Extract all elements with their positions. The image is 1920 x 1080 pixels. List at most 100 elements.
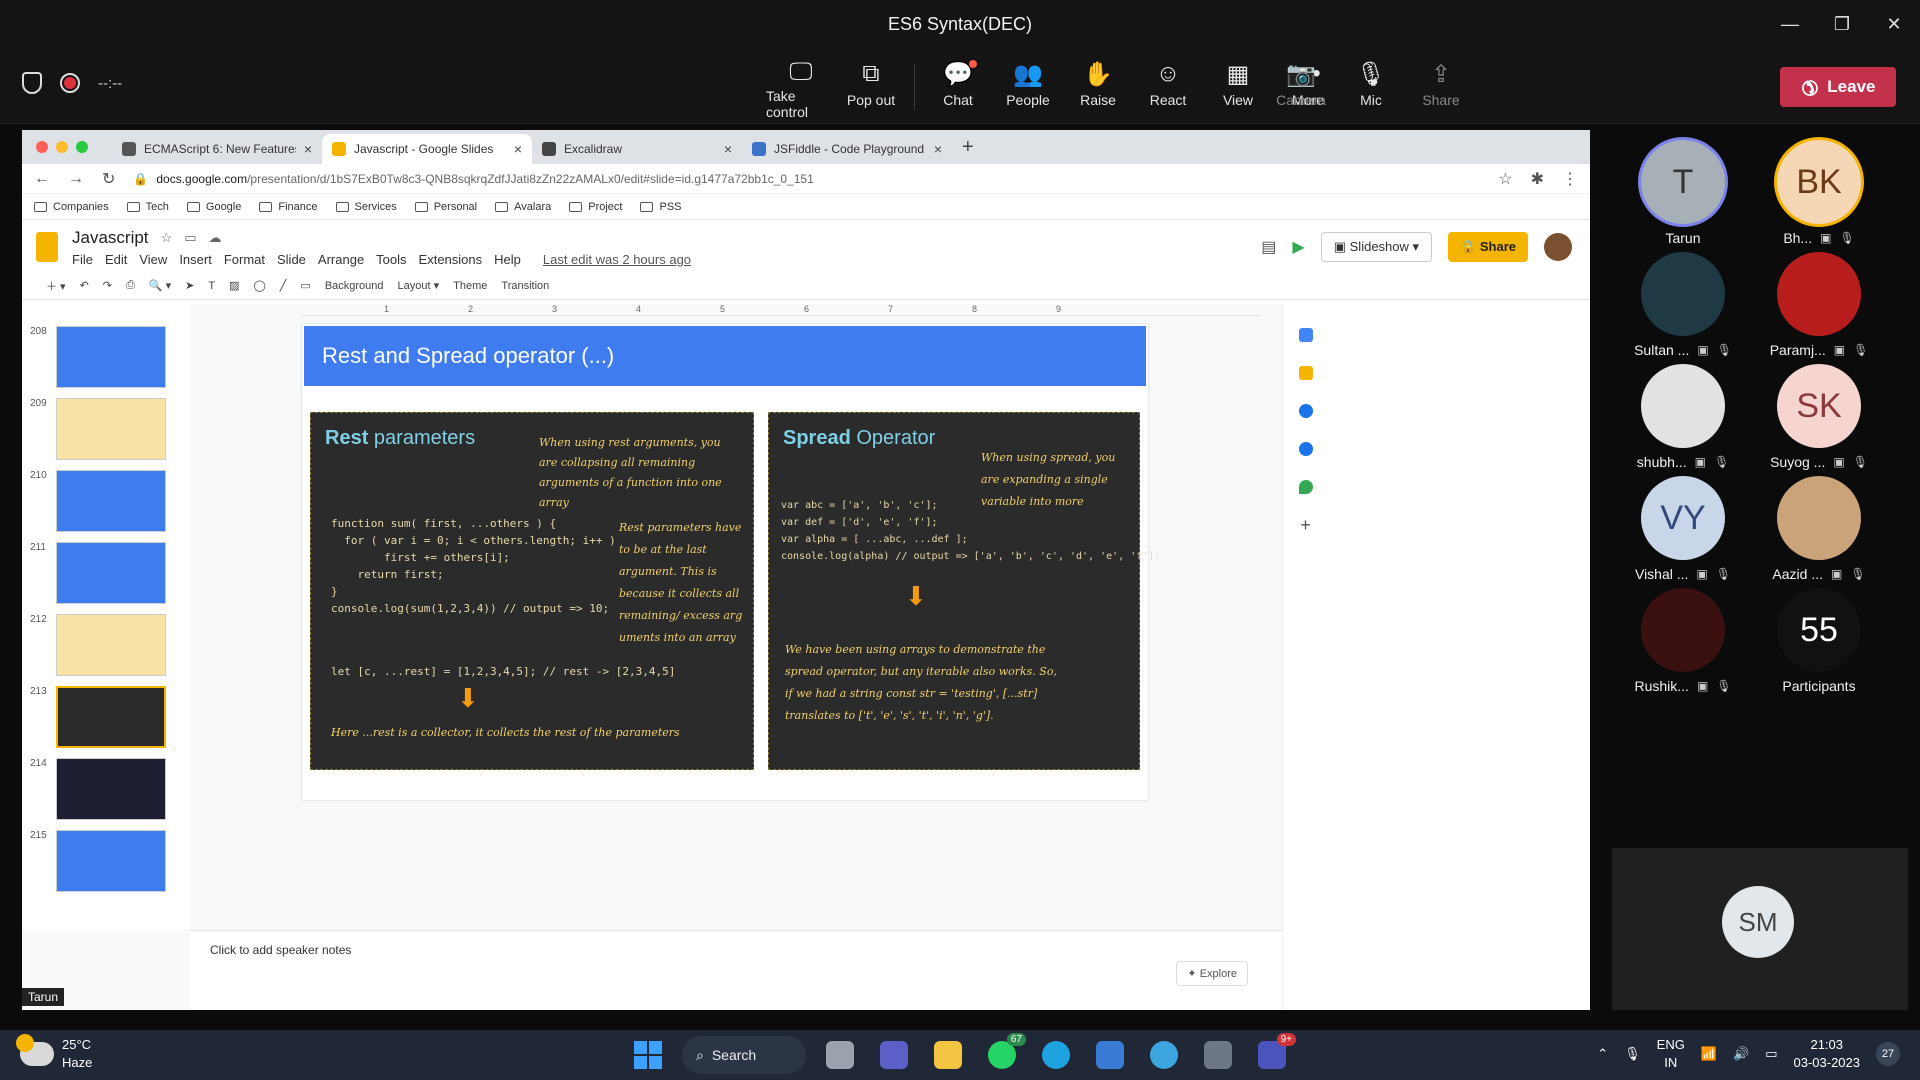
volume-icon[interactable]: 🔊 <box>1733 1046 1749 1062</box>
browser-tab[interactable]: JSFiddle - Code Playground × <box>742 134 952 164</box>
forward-icon[interactable]: → <box>68 170 84 188</box>
people-button[interactable]: 👥 People <box>993 58 1063 118</box>
menu-slide[interactable]: Slide <box>277 252 306 267</box>
browser-tab[interactable]: Javascript - Google Slides × <box>322 134 532 164</box>
minimize-dot[interactable] <box>56 141 68 153</box>
bookmark-folder[interactable]: Services <box>335 201 397 213</box>
share-button[interactable]: ⇪ Share <box>1406 58 1476 118</box>
menu-file[interactable]: File <box>72 252 93 267</box>
close-dot[interactable] <box>36 141 48 153</box>
share-doc-button[interactable]: 🔒 Share <box>1448 232 1528 262</box>
menu-tools[interactable]: Tools <box>376 252 406 267</box>
close-tab-icon[interactable]: × <box>724 141 732 157</box>
react-button[interactable]: ☺ React <box>1133 58 1203 118</box>
camera-button[interactable]: 📷 Camera <box>1266 58 1336 118</box>
cloud-status-icon[interactable]: ☁ <box>208 230 221 246</box>
teams-chat-app[interactable] <box>874 1035 914 1075</box>
file-explorer-app[interactable] <box>928 1035 968 1075</box>
new-slide-icon[interactable]: ＋ ▾ <box>46 278 66 294</box>
print-icon[interactable]: ⎙ <box>126 279 135 292</box>
toolbar-layout-button[interactable]: Layout ▾ <box>398 279 440 292</box>
toolbar-transition-button[interactable]: Transition <box>501 280 549 292</box>
comment-icon[interactable]: ▭ <box>300 279 310 292</box>
participant-tile[interactable]: SK Suyog ... ▣ 🎙 <box>1754 364 1884 470</box>
participant-tile[interactable]: 55 Participants <box>1754 588 1884 694</box>
participant-tile[interactable]: Sultan ... ▣ 🎙 <box>1618 252 1748 358</box>
close-tab-icon[interactable]: × <box>304 141 312 157</box>
language-indicator[interactable]: ENG IN <box>1657 1036 1685 1072</box>
move-icon[interactable]: ▭ <box>184 230 196 246</box>
bookmark-folder[interactable]: Google <box>186 201 241 213</box>
maps-icon[interactable] <box>1298 480 1313 494</box>
camera-app[interactable] <box>1198 1035 1238 1075</box>
line-icon[interactable]: ╱ <box>280 279 287 292</box>
participant-tile[interactable]: shubh... ▣ 🎙 <box>1618 364 1748 470</box>
participant-tile[interactable]: T Tarun <box>1618 140 1748 246</box>
toolbar-background-button[interactable]: Background <box>325 280 384 292</box>
pop-out-button[interactable]: ⧉ Pop out <box>836 58 906 118</box>
clock[interactable]: 21:03 03-03-2023 <box>1794 1036 1861 1072</box>
wifi-icon[interactable]: 📶 <box>1701 1046 1717 1062</box>
slideshow-button[interactable]: ▣ Slideshow ▾ <box>1320 232 1433 262</box>
restore-button[interactable]: ❐ <box>1816 0 1868 48</box>
reload-icon[interactable]: ↻ <box>102 169 115 189</box>
bookmark-star-icon[interactable]: ☆ <box>1498 169 1512 189</box>
battery-icon[interactable]: ▭ <box>1765 1046 1777 1062</box>
new-tab-button[interactable]: + <box>962 136 974 159</box>
menu-arrange[interactable]: Arrange <box>318 252 364 267</box>
teams-app[interactable]: 9+ <box>1252 1033 1296 1075</box>
menu-format[interactable]: Format <box>224 252 265 267</box>
raise-button[interactable]: ✋ Raise <box>1063 58 1133 118</box>
bookmark-folder[interactable]: Avalara <box>495 201 551 213</box>
doc-title[interactable]: Javascript <box>72 228 149 248</box>
participant-tile[interactable]: BK Bh... ▣ 🎙 <box>1754 140 1884 246</box>
store-app[interactable] <box>1090 1035 1130 1075</box>
toolbar-theme-button[interactable]: Theme <box>453 280 487 292</box>
image-icon[interactable]: ▨ <box>229 279 239 292</box>
menu-help[interactable]: Help <box>494 252 521 267</box>
star-icon[interactable]: ☆ <box>161 230 173 246</box>
url-field[interactable]: 🔒 docs.google.com/presentation/d/1bS7ExB… <box>133 172 1480 186</box>
menu-edit[interactable]: Edit <box>105 252 127 267</box>
notification-badge[interactable]: 27 <box>1876 1042 1900 1066</box>
chrome-app[interactable] <box>1144 1035 1184 1075</box>
bookmark-folder[interactable]: Companies <box>34 201 109 213</box>
participant-tile[interactable]: Rushik... ▣ 🎙 <box>1618 588 1748 694</box>
contacts-icon[interactable] <box>1298 442 1313 456</box>
close-tab-icon[interactable]: × <box>934 141 942 157</box>
zoom-dot[interactable] <box>76 141 88 153</box>
edge-app[interactable] <box>1036 1035 1076 1075</box>
mic-button[interactable]: 🎙 Mic <box>1336 58 1406 118</box>
close-window-button[interactable]: ✕ <box>1868 0 1920 48</box>
task-view-button[interactable] <box>820 1035 860 1075</box>
browser-tab[interactable]: ECMAScript 6: New Features: C × <box>112 134 322 164</box>
slides-logo[interactable] <box>36 232 58 262</box>
view-button[interactable]: ▦ View <box>1203 58 1273 118</box>
keep-icon[interactable] <box>1298 366 1313 380</box>
extensions-icon[interactable]: ✱ <box>1531 169 1544 189</box>
bookmark-folder[interactable]: Tech <box>126 201 169 213</box>
participant-tile[interactable]: Paramj... ▣ 🎙 <box>1754 252 1884 358</box>
speaker-notes[interactable]: Click to add speaker notes ✦ Explore <box>190 930 1282 1010</box>
bookmark-folder[interactable]: Personal <box>414 201 477 213</box>
add-addon-icon[interactable]: + <box>1299 516 1313 534</box>
zoom-icon[interactable]: 🔍 ▾ <box>149 279 171 292</box>
browser-menu-icon[interactable]: ⋮ <box>1562 169 1578 189</box>
user-avatar[interactable] <box>1544 233 1572 261</box>
shape-icon[interactable]: ◯ <box>253 279 265 292</box>
take-control-button[interactable]: 🖵 Take control <box>766 58 836 120</box>
comments-icon[interactable]: ▤ <box>1261 237 1276 257</box>
calendar-icon[interactable] <box>1298 328 1313 342</box>
weather-widget[interactable]: 25°C Haze <box>16 1034 92 1072</box>
taskbar-search[interactable]: ⌕ Search <box>682 1036 806 1074</box>
browser-tab[interactable]: Excalidraw × <box>532 134 742 164</box>
tasks-icon[interactable] <box>1298 404 1313 418</box>
undo-icon[interactable]: ↶ <box>80 279 89 292</box>
textbox-icon[interactable]: T <box>208 280 215 292</box>
menu-extensions[interactable]: Extensions <box>419 252 483 267</box>
meet-icon[interactable]: ▶ <box>1292 237 1304 257</box>
back-icon[interactable]: ← <box>34 170 50 188</box>
menu-insert[interactable]: Insert <box>179 252 212 267</box>
bookmark-folder[interactable]: Project <box>569 201 622 213</box>
bookmark-folder[interactable]: Finance <box>259 201 318 213</box>
